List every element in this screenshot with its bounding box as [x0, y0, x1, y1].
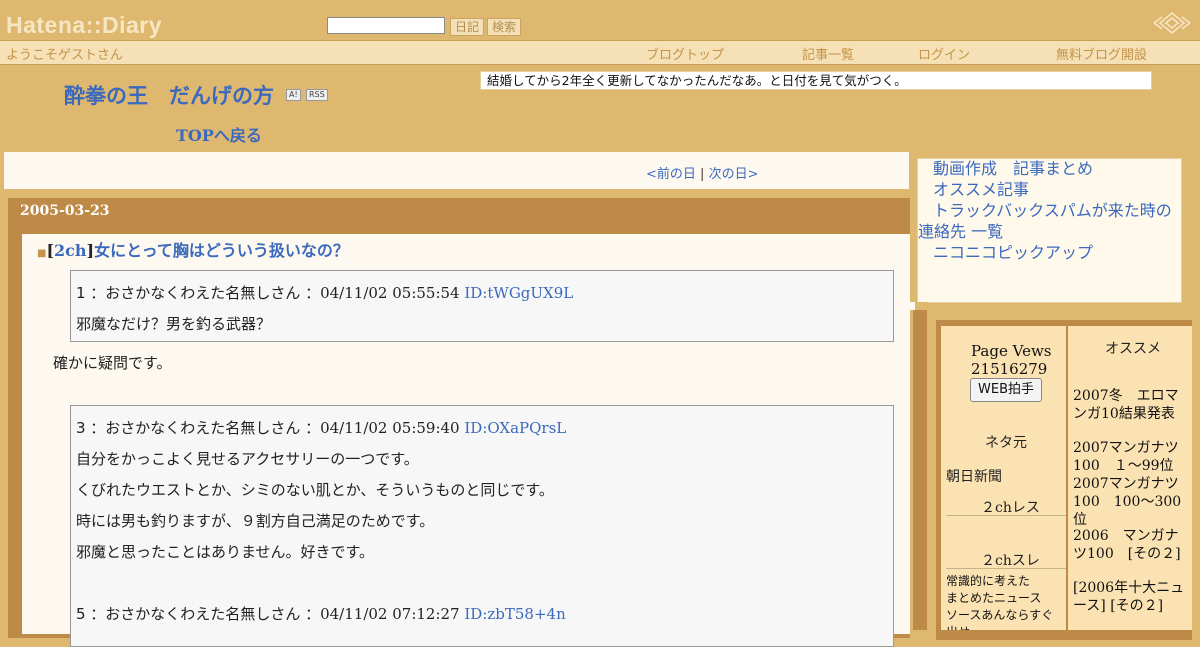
post-datetime: 04/11/02 05:59:40 — [320, 419, 465, 437]
sidebar-link-trackback[interactable]: トラックバックスパムが来た時の連絡先 一覧 — [918, 200, 1176, 242]
sidebar-link-recommended[interactable]: オススメ記事 — [933, 179, 1029, 200]
post-line: 時には男も釣りますが、９割方自己満足のためです。 — [76, 512, 435, 530]
diary-search-button[interactable]: 日記 — [450, 18, 484, 36]
neta-source-heading: ネタ元 — [985, 435, 1027, 451]
create-blog-link[interactable]: 無料ブログ開設 — [1056, 44, 1147, 63]
page-views-label: Page Vews — [971, 342, 1052, 360]
post-name: 1 ：おさかなくわえた名無しさん ： — [76, 284, 321, 302]
bracket-close: ] — [86, 241, 95, 260]
article-list-link[interactable]: 記事一覧 — [802, 44, 854, 63]
post-id-link[interactable]: ID:tWGgUX9L — [464, 284, 573, 302]
web-clap-button[interactable]: WEB拍手 — [970, 378, 1042, 402]
2ch-res-heading: ２chレス — [981, 500, 1040, 516]
antenna-badge-icon[interactable]: A! — [286, 89, 301, 101]
post-id-link[interactable]: ID:OXaPQrsL — [464, 419, 566, 437]
2ch-thread-heading: ２chスレ — [981, 553, 1040, 569]
post-line: 自分をかっこよく見せるアクセサリーの一つです。 — [76, 450, 419, 468]
top-link[interactable]: TOPへ戻る — [176, 122, 262, 146]
day-date[interactable]: 2005-03-23 — [20, 203, 110, 219]
blog-top-link[interactable]: ブログトップ — [646, 44, 724, 63]
entry-comment: 確かに疑問です。 — [53, 354, 172, 372]
next-day-link[interactable]: 次の日> — [709, 167, 759, 182]
post-name: 5 ：おさかなくわえた名無しさん ： — [76, 605, 321, 623]
day-nav: <前の日 | 次の日> — [646, 163, 758, 182]
search-button[interactable]: 検索 — [487, 18, 521, 36]
diary-description: 結婚してから2年全く更新してなかったんだなあ。と日付を見て気がつく。 — [480, 71, 1152, 90]
sidebar-divider-bar — [913, 310, 927, 630]
post-header: 5 ：おさかなくわえた名無しさん ：04/11/02 07:12:27 ID:z… — [76, 603, 566, 624]
nav-separator: | — [695, 167, 709, 182]
sidebar-link-nico[interactable]: ニコニコピックアップ — [933, 242, 1093, 263]
post-datetime: 04/11/02 07:12:27 — [320, 605, 465, 623]
recommend-item[interactable]: 2006 マンガナツ100 [その２] — [1073, 527, 1189, 563]
post-id-link[interactable]: ID:zbT58+4n — [464, 605, 565, 623]
recommend-heading: オススメ — [1105, 341, 1161, 357]
post-datetime: 04/11/02 05:55:54 — [320, 284, 465, 302]
sidebar-note: 常識的に考えた まとめたニュース ソースあんならすぐ出せ — [946, 574, 1054, 630]
prev-day-link[interactable]: <前の日 — [646, 167, 696, 182]
diary-title[interactable]: 酔拳の王 だんげの方 — [64, 80, 274, 110]
guest-greeting: ようこそゲストさん — [6, 48, 124, 63]
rss-badge-icon[interactable]: RSS — [306, 89, 328, 101]
post-header: 1 ：おさかなくわえた名無しさん ：04/11/02 05:55:54 ID:t… — [76, 282, 573, 303]
hatena-toolbar — [0, 0, 1200, 40]
recommend-item[interactable]: 2007マンガナツ100 １～99位 — [1073, 439, 1189, 475]
post-line: くびれたウエストとか、シミのない肌とか、そういうものと同じです。 — [76, 481, 554, 499]
divider — [946, 515, 1066, 516]
sidebar-divider-corner — [910, 302, 915, 310]
page-views-count: 21516279 — [971, 360, 1048, 378]
post-header: 3 ：おさかなくわえた名無しさん ：04/11/02 05:59:40 ID:O… — [76, 417, 566, 438]
post-line: 邪魔なだけ？男を釣る武器？ — [76, 315, 272, 333]
divider — [946, 568, 1066, 569]
recommend-item[interactable]: 2007マンガナツ100 100～300位 — [1073, 475, 1189, 529]
asahi-link[interactable]: 朝日新聞 — [946, 466, 1002, 486]
hatena-menu-icon[interactable] — [1152, 10, 1192, 36]
bracket-open: [ — [46, 241, 55, 260]
post-name: 3 ：おさかなくわえた名無しさん ： — [76, 419, 321, 437]
recommend-item[interactable]: 2007冬 エロマンガ10結果発表 — [1073, 387, 1189, 423]
post-line: 邪魔と思ったことはありません。好きです。 — [76, 543, 375, 561]
sidebar-link-video[interactable]: 動画作成 記事まとめ — [933, 158, 1093, 179]
hatena-logo[interactable]: Hatena::Diary — [6, 12, 162, 39]
recommend-item[interactable]: [2006年十大ニュース] [その２] — [1073, 579, 1193, 615]
hatena-search-input[interactable] — [327, 17, 445, 34]
welcome-bar — [0, 40, 1200, 65]
calendar-nav — [4, 152, 909, 189]
login-link[interactable]: ログイン — [918, 44, 970, 63]
entry-title: ■[2ch]女にとって胸はどういう扱いなの？ — [37, 237, 349, 261]
category-link[interactable]: 2ch — [54, 241, 87, 260]
entry-title-link[interactable]: 女にとって胸はどういう扱いなの？ — [94, 241, 349, 260]
